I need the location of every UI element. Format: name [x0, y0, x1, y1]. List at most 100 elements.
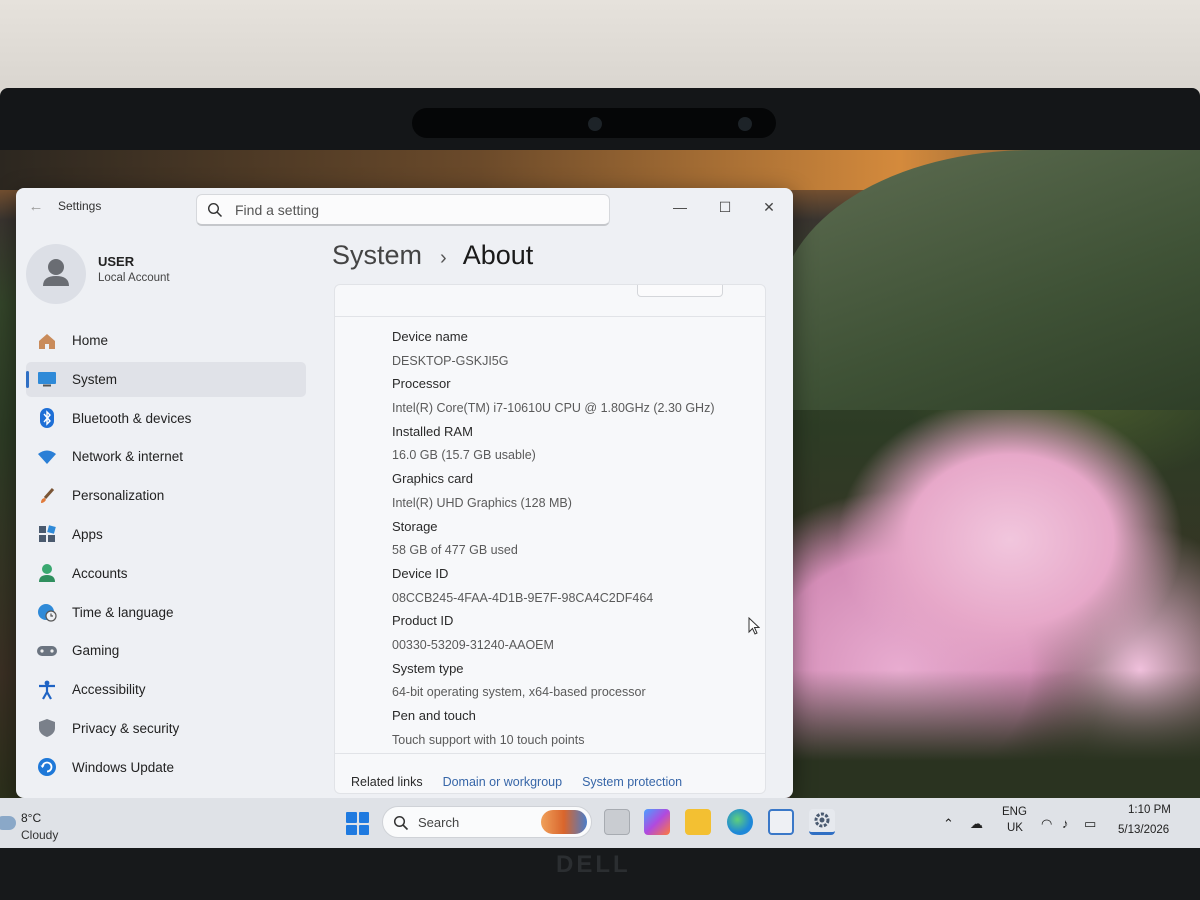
- clock-date[interactable]: 5/13/2026: [1118, 824, 1169, 836]
- sidebar-item-time-language[interactable]: Time & language: [26, 595, 306, 630]
- breadcrumb-parent[interactable]: System: [332, 240, 422, 271]
- sidebar-item-label: Accounts: [72, 565, 128, 581]
- m365-copilot-icon[interactable]: [644, 809, 670, 835]
- microsoft-store-icon[interactable]: [768, 809, 794, 835]
- wifi-icon[interactable]: ◠: [1041, 816, 1052, 832]
- task-view-icon[interactable]: [604, 809, 630, 835]
- globe-clock-icon: [36, 601, 58, 623]
- file-explorer-icon[interactable]: [685, 809, 711, 835]
- sidebar-item-label: Accessibility: [72, 682, 146, 698]
- sidebar-item-label: Time & language: [72, 604, 174, 620]
- apps-icon: [36, 523, 58, 545]
- sidebar-item-system[interactable]: System: [26, 361, 306, 397]
- sidebar-item-privacy-security[interactable]: Privacy & security: [26, 711, 306, 746]
- gamepad-icon: [36, 640, 58, 662]
- chevron-up-icon[interactable]: ⌃: [943, 816, 954, 832]
- sidebar-item-accessibility[interactable]: Accessibility: [26, 672, 306, 707]
- webcam-lens: [588, 117, 602, 131]
- back-button[interactable]: ←: [24, 196, 48, 218]
- card-header: [335, 285, 765, 317]
- spec-value: 00330-53209-31240-AAOEM: [392, 637, 554, 652]
- sidebar-item-gaming[interactable]: Gaming: [26, 633, 306, 668]
- windows-start-icon[interactable]: [346, 812, 369, 835]
- wallpaper-ground: [790, 670, 1200, 800]
- spec-label: Device ID: [392, 565, 449, 581]
- accounts-icon: [36, 562, 58, 584]
- clock-time[interactable]: 1:10 PM: [1128, 804, 1171, 816]
- spec-label: Graphics card: [392, 471, 473, 487]
- sidebar-item-apps[interactable]: Apps: [26, 517, 306, 552]
- user-icon: [43, 259, 69, 286]
- input-language[interactable]: ENG: [1002, 806, 1027, 818]
- accessibility-icon: [36, 679, 58, 701]
- edge-browser-icon[interactable]: [727, 809, 753, 835]
- search-input[interactable]: [235, 200, 595, 220]
- spec-label: Device name: [392, 329, 468, 344]
- taskbar-search-label: Search: [418, 815, 460, 830]
- settings-gear-icon[interactable]: [809, 809, 835, 835]
- device-specifications-card: Device name DESKTOP-GSKJI5G Processor In…: [334, 284, 766, 794]
- cloud-off-icon[interactable]: ☁: [970, 816, 983, 832]
- webcam-bar: [412, 108, 776, 138]
- maximize-button[interactable]: ☐: [703, 192, 747, 222]
- spec-label: Installed RAM: [392, 423, 473, 439]
- sidebar-item-label: System: [72, 371, 118, 387]
- input-region[interactable]: UK: [1007, 822, 1023, 834]
- search-highlight-art: [541, 810, 587, 834]
- sidebar-item-label: Privacy & security: [72, 720, 180, 736]
- sidebar-item-windows-update[interactable]: Windows Update: [26, 750, 306, 785]
- sidebar-item-label: Personalization: [72, 488, 165, 504]
- sidebar-item-accounts[interactable]: Accounts: [26, 556, 306, 591]
- spec-label: Storage: [392, 518, 438, 534]
- settings-window: ← Settings — ☐ ✕ USER Local Account Home…: [16, 188, 793, 798]
- account-type: Local Account: [98, 272, 170, 284]
- webcam-sensor: [738, 117, 752, 131]
- app-title: Settings: [58, 199, 102, 213]
- dell-logo: DELL: [556, 851, 631, 878]
- spec-label: System type: [392, 660, 464, 676]
- minimize-button[interactable]: —: [658, 192, 702, 222]
- close-button[interactable]: ✕: [747, 192, 791, 222]
- weather-condition[interactable]: Cloudy: [21, 828, 58, 842]
- spec-value: 08CCB245-4FAA-4D1B-9E7F-98CA4C2DF464: [392, 590, 654, 605]
- sidebar-item-network[interactable]: Network & internet: [26, 439, 306, 474]
- spec-label: Pen and touch: [392, 708, 476, 723]
- settings-search-box[interactable]: [196, 194, 610, 226]
- copy-button[interactable]: [637, 285, 723, 297]
- user-name: USER: [98, 254, 135, 269]
- taskbar-search[interactable]: Search: [382, 806, 592, 838]
- title-bar: ← Settings — ☐ ✕: [16, 188, 793, 228]
- volume-icon[interactable]: ♪: [1062, 816, 1069, 831]
- system-icon: [36, 368, 58, 390]
- sidebar-item-personalization[interactable]: Personalization: [26, 478, 306, 513]
- link-domain-workgroup[interactable]: Domain or workgroup: [443, 775, 563, 789]
- spec-value: Intel(R) UHD Graphics (128 MB): [392, 495, 572, 510]
- taskbar: 8°C Cloudy Search ⌃ ☁ ENG UK ◠ ♪ ▭ 1:10 …: [0, 798, 1200, 848]
- sidebar-item-bluetooth[interactable]: Bluetooth & devices: [26, 401, 306, 436]
- spec-label: Processor: [392, 376, 451, 392]
- related-links: Related links Domain or workgroup System…: [351, 775, 682, 789]
- brush-icon: [36, 485, 58, 507]
- spec-value: 16.0 GB (15.7 GB usable): [392, 448, 536, 463]
- mouse-cursor-icon: [748, 617, 760, 635]
- update-icon: [36, 756, 58, 778]
- screen: ← Settings — ☐ ✕ USER Local Account Home…: [0, 150, 1200, 848]
- spec-label: Product ID: [392, 613, 454, 629]
- sidebar-item-label: Windows Update: [72, 759, 175, 775]
- spec-value: 58 GB of 477 GB used: [392, 543, 518, 558]
- sidebar-item-label: Apps: [72, 526, 103, 542]
- sidebar-item-label: Gaming: [72, 643, 120, 659]
- sidebar-item-label: Home: [72, 333, 109, 348]
- avatar[interactable]: [26, 244, 86, 304]
- cloud-icon[interactable]: [0, 816, 16, 830]
- weather-temperature[interactable]: 8°C: [21, 811, 41, 825]
- wifi-icon: [36, 446, 58, 468]
- search-icon: [207, 202, 223, 218]
- home-icon: [36, 330, 58, 352]
- breadcrumb: System › About: [332, 240, 533, 271]
- sidebar-item-home[interactable]: Home: [26, 323, 306, 358]
- battery-icon[interactable]: ▭: [1084, 816, 1096, 832]
- related-links-label: Related links: [351, 775, 423, 789]
- sidebar-nav: Home System Bluetooth & devices Network …: [26, 323, 306, 789]
- link-system-protection[interactable]: System protection: [582, 775, 682, 789]
